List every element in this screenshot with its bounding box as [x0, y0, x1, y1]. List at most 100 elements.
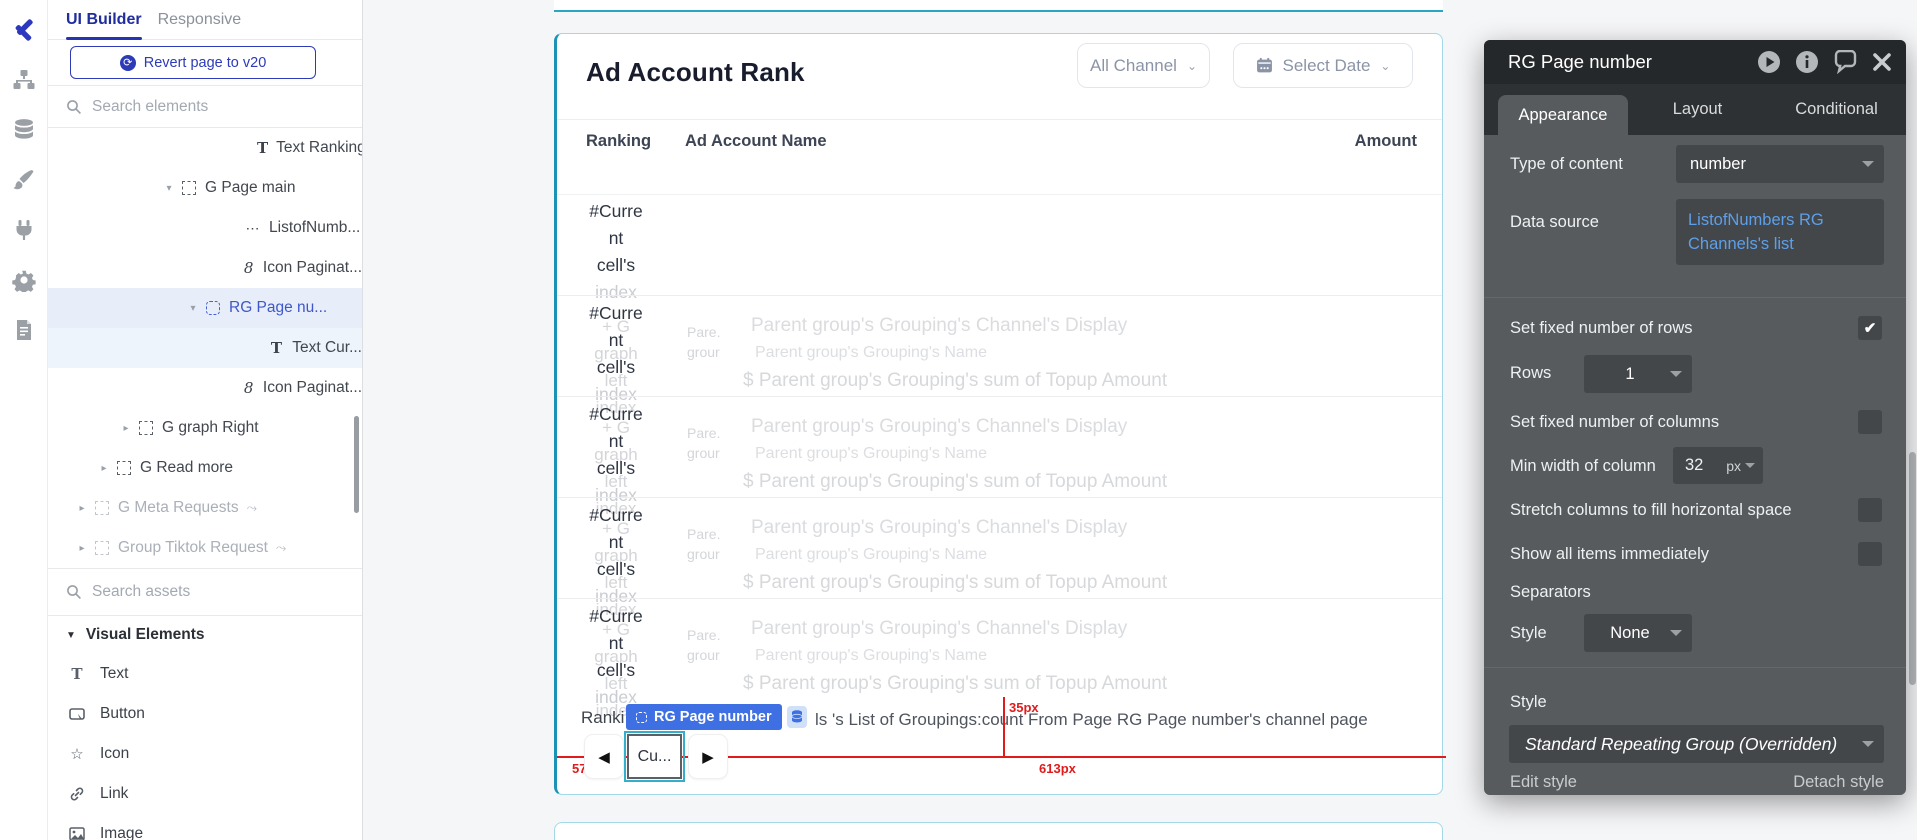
- tree-item-text-ranking[interactable]: T Text Ranking : ...: [48, 128, 362, 168]
- page-title[interactable]: Ad Account Rank: [586, 57, 805, 88]
- chevron-right-icon[interactable]: ▸: [98, 463, 110, 474]
- asset-icon[interactable]: ☆ Icon: [48, 734, 362, 774]
- scrollbar-thumb[interactable]: [1909, 452, 1916, 685]
- fixed-columns-checkbox[interactable]: [1858, 410, 1882, 434]
- chevron-right-icon[interactable]: ▸: [76, 543, 88, 554]
- visual-elements-header[interactable]: ▼ Visual Elements: [48, 616, 362, 654]
- chevron-right-icon[interactable]: ▸: [76, 503, 88, 514]
- pagination-next-button[interactable]: ▶: [688, 734, 728, 779]
- tab-conditional[interactable]: Conditional: [1767, 84, 1906, 135]
- data-source-badge[interactable]: [787, 706, 807, 728]
- logs-icon[interactable]: [0, 310, 48, 350]
- ghost-avatar-text: Pare. grour: [687, 324, 721, 360]
- tree-item-icon-paginat[interactable]: 8 Icon Paginat...: [48, 368, 362, 408]
- asset-link[interactable]: Link: [48, 774, 362, 814]
- search-elements-row: [48, 86, 362, 128]
- chevron-down-icon: [1745, 463, 1755, 468]
- cell-index-text[interactable]: + Ggraph left index #Curre nt cell's index: [578, 599, 654, 720]
- element-tree: T Text Ranking : ... ▾ G Page main ⋯ ListofNu…: [48, 128, 362, 568]
- detach-style-link[interactable]: Detach style: [1793, 773, 1884, 792]
- info-icon[interactable]: [1795, 50, 1819, 74]
- repeating-group[interactable]: #Curre nt cell's index + Ggraph left index #Cur…: [557, 194, 1442, 720]
- chevron-down-icon[interactable]: ▾: [163, 183, 175, 194]
- ghost-avatar-text: Pare. grour: [687, 526, 721, 562]
- tree-scrollbar[interactable]: [354, 416, 359, 513]
- asset-label: Text: [100, 665, 129, 682]
- edit-style-link[interactable]: Edit style: [1510, 773, 1577, 792]
- group-below-edge[interactable]: [554, 822, 1443, 840]
- search-assets-input[interactable]: [92, 583, 312, 601]
- styles-icon[interactable]: [0, 160, 48, 200]
- rg-row[interactable]: #Curre nt cell's index: [557, 194, 1442, 302]
- separator-style-select[interactable]: None: [1584, 614, 1692, 652]
- style-select[interactable]: Standard Repeating Group (Overridden): [1509, 725, 1884, 763]
- type-of-content-select[interactable]: number: [1676, 145, 1884, 183]
- rg-row[interactable]: + Ggraph left index #Curre nt cell's index Pare…: [557, 295, 1442, 417]
- ghost-channel-display: Parent group's Grouping's Channel's Disp…: [751, 618, 1128, 639]
- pagination-prev-button[interactable]: ◀: [584, 734, 624, 779]
- chevron-right-icon[interactable]: ▸: [120, 423, 132, 434]
- revert-page-button[interactable]: ⟳ Revert page to v20: [70, 46, 316, 79]
- data-icon[interactable]: [0, 110, 48, 150]
- data-expression-text[interactable]: ls 's List of Groupings:count From Page …: [815, 710, 1368, 730]
- preview-play-icon[interactable]: [1757, 50, 1781, 74]
- data-source-value-line2[interactable]: Channels's list: [1688, 232, 1872, 256]
- asset-text[interactable]: T Text: [48, 654, 362, 694]
- asset-button[interactable]: Button: [48, 694, 362, 734]
- search-elements-input[interactable]: [92, 97, 312, 116]
- repeating-group-icon: [205, 300, 221, 316]
- tree-item-label: Icon Paginat...: [262, 259, 362, 276]
- cell-index-text[interactable]: + Ggraph left index #Curre nt cell's index: [578, 397, 654, 518]
- comment-icon[interactable]: [1833, 50, 1858, 74]
- revert-row: ⟳ Revert page to v20: [48, 40, 362, 86]
- tab-appearance[interactable]: Appearance: [1498, 95, 1628, 135]
- data-source-box[interactable]: ListofNumbers RG Channels's list: [1676, 199, 1884, 265]
- tree-item-label: Text Cur...: [292, 339, 362, 356]
- tree-item-listofnumb[interactable]: ⋯ ListofNumb...: [48, 208, 362, 248]
- settings-icon[interactable]: [0, 260, 48, 300]
- property-editor-tabs: Appearance Layout Conditional: [1484, 84, 1906, 135]
- tree-item-g-meta-requests[interactable]: ▸ G Meta Requests ⤳: [48, 488, 362, 528]
- chevron-down-icon[interactable]: ▾: [187, 303, 199, 314]
- tree-item-g-graph-right[interactable]: ▸ G graph Right: [48, 408, 362, 448]
- ghost-grouping-name: Parent group's Grouping's Name: [755, 445, 988, 462]
- tree-item-text-cur[interactable]: T Text Cur...: [48, 328, 362, 368]
- rows-select[interactable]: 1: [1584, 355, 1692, 393]
- stretch-columns-checkbox[interactable]: [1858, 498, 1882, 522]
- cell-index-text[interactable]: + Ggraph left index #Curre nt cell's index: [578, 498, 654, 619]
- rg-row[interactable]: + Ggraph left index #Curre nt cell's index Pare…: [557, 598, 1442, 720]
- group-above-edge[interactable]: [554, 0, 1443, 12]
- tab-responsive[interactable]: Responsive: [158, 0, 242, 40]
- page-group-card[interactable]: Ad Account Rank All Channel ⌄ Select Dat…: [554, 33, 1446, 795]
- asset-list: T Text Button ☆ Icon Link Image: [48, 654, 362, 840]
- tab-layout[interactable]: Layout: [1628, 84, 1767, 135]
- min-width-unit[interactable]: px: [1726, 458, 1741, 474]
- hidden-element-icon: ⤳: [246, 500, 258, 515]
- rg-row[interactable]: + Ggraph left index #Curre nt cell's index Pare…: [557, 396, 1442, 518]
- text-element-icon: T: [257, 139, 269, 157]
- min-width-input[interactable]: 32 px: [1673, 447, 1763, 484]
- close-icon[interactable]: [1872, 52, 1892, 72]
- rg-row[interactable]: + Ggraph left index #Curre nt cell's index Pare…: [557, 497, 1442, 619]
- plugins-icon[interactable]: [0, 210, 48, 250]
- cell-index-text[interactable]: + Ggraph left index #Curre nt cell's index: [578, 296, 654, 417]
- selected-element-chip[interactable]: RG Page number: [626, 704, 782, 730]
- cell-index-text[interactable]: #Curre nt cell's index: [578, 194, 654, 302]
- tree-item-g-read-more[interactable]: ▸ G Read more: [48, 448, 362, 488]
- tree-item-rg-page-nu[interactable]: ▾ RG Page nu...: [48, 288, 362, 328]
- tab-ui-builder[interactable]: UI Builder: [66, 0, 142, 40]
- tree-item-icon-paginat[interactable]: 8 Icon Paginat...: [48, 248, 362, 288]
- workflow-icon[interactable]: [0, 60, 48, 100]
- tree-item-g-page-main[interactable]: ▾ G Page main: [48, 168, 362, 208]
- window-scrollbar[interactable]: [1908, 0, 1917, 840]
- show-all-items-checkbox[interactable]: [1858, 542, 1882, 566]
- channel-filter-dropdown[interactable]: All Channel ⌄: [1077, 43, 1210, 88]
- selected-text-element[interactable]: Cu...: [624, 731, 685, 782]
- asset-image[interactable]: Image: [48, 814, 362, 840]
- data-source-value-line1[interactable]: ListofNumbers RG: [1688, 208, 1872, 232]
- design-icon[interactable]: [0, 10, 48, 50]
- date-filter-dropdown[interactable]: Select Date ⌄: [1233, 43, 1413, 88]
- tree-item-group-tiktok-request[interactable]: ▸ Group Tiktok Request ⤳: [48, 528, 362, 568]
- property-editor-titlebar[interactable]: RG Page number: [1484, 40, 1906, 84]
- fixed-rows-checkbox[interactable]: ✔: [1858, 316, 1882, 340]
